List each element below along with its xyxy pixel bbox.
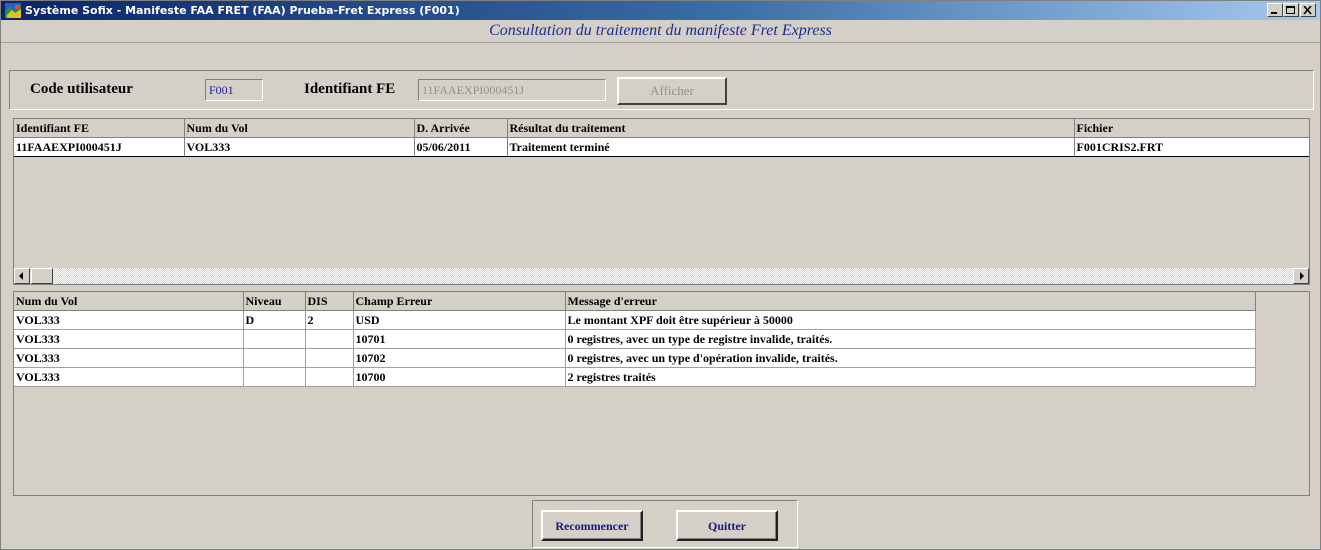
cell-error-message: Le montant XPF doit être supérieur à 500… bbox=[565, 310, 1256, 330]
user-code-label: Code utilisateur bbox=[30, 81, 133, 97]
cell-fe-id: 11FAAEXPI000451J bbox=[14, 137, 185, 157]
cell-flight: VOL333 bbox=[14, 348, 244, 368]
title-bar[interactable]: Système Sofix - Manifeste FAA FRET (FAA)… bbox=[1, 1, 1320, 20]
col-header-arrival[interactable]: D. Arrivée bbox=[414, 119, 508, 138]
cell-dis: 2 bbox=[305, 310, 354, 330]
app-window: Système Sofix - Manifeste FAA FRET (FAA)… bbox=[0, 0, 1321, 550]
col-header-level[interactable]: Niveau bbox=[243, 292, 306, 311]
form-subtitle: Consultation du traitement du manifeste … bbox=[1, 20, 1320, 43]
cell-flight: VOL333 bbox=[184, 137, 415, 157]
cell-level bbox=[243, 367, 306, 387]
col-header-error-message[interactable]: Message d'erreur bbox=[565, 292, 1256, 311]
col-header-flight[interactable]: Num du Vol bbox=[184, 119, 415, 138]
user-code-field[interactable]: F001 bbox=[205, 79, 263, 101]
cell-file: F001CRIS2.FRT bbox=[1074, 137, 1309, 157]
scroll-left-button[interactable] bbox=[14, 268, 30, 284]
cell-level: D bbox=[243, 310, 306, 330]
errors-header-row: Num du Vol Niveau DIS Champ Erreur Messa… bbox=[14, 292, 1256, 311]
col-header-fe-id[interactable]: Identifiant FE bbox=[14, 119, 185, 138]
maximize-icon bbox=[1286, 6, 1295, 14]
table-row[interactable]: VOL333 10700 2 registres traités bbox=[14, 367, 1256, 387]
processing-header-row: Identifiant FE Num du Vol D. Arrivée Rés… bbox=[14, 119, 1309, 138]
cell-dis bbox=[305, 367, 354, 387]
scroll-thumb[interactable] bbox=[31, 268, 53, 284]
cell-error-message: 0 registres, avec un type de registre in… bbox=[565, 329, 1256, 349]
close-button[interactable] bbox=[1300, 3, 1316, 17]
restart-button[interactable]: Recommencer bbox=[541, 510, 643, 541]
cell-dis bbox=[305, 329, 354, 349]
cell-result: Traitement terminé bbox=[507, 137, 1075, 157]
cell-flight: VOL333 bbox=[14, 310, 244, 330]
table-row[interactable]: VOL333 10701 0 registres, avec un type d… bbox=[14, 329, 1256, 349]
maximize-button[interactable] bbox=[1283, 3, 1299, 17]
table-row[interactable]: VOL333 10702 0 registres, avec un type d… bbox=[14, 348, 1256, 368]
fe-id-field[interactable]: 11FAAEXPI000451J bbox=[418, 79, 606, 101]
cell-dis bbox=[305, 348, 354, 368]
col-header-error-field[interactable]: Champ Erreur bbox=[353, 292, 566, 311]
col-header-flight[interactable]: Num du Vol bbox=[14, 292, 244, 311]
arrow-left-icon bbox=[19, 272, 23, 280]
window-title: Système Sofix - Manifeste FAA FRET (FAA)… bbox=[25, 4, 460, 17]
cell-error-message: 0 registres, avec un type d'opération in… bbox=[565, 348, 1256, 368]
cell-error-field: 10702 bbox=[353, 348, 566, 368]
table-row[interactable]: VOL333 D 2 USD Le montant XPF doit être … bbox=[14, 310, 1256, 330]
cell-error-field: 10701 bbox=[353, 329, 566, 349]
show-button[interactable]: Afficher bbox=[617, 77, 727, 105]
minimize-button[interactable] bbox=[1267, 3, 1283, 17]
processing-table: Identifiant FE Num du Vol D. Arrivée Rés… bbox=[14, 119, 1309, 157]
col-header-file[interactable]: Fichier bbox=[1074, 119, 1309, 138]
close-icon bbox=[1303, 6, 1312, 15]
arrow-right-icon bbox=[1300, 272, 1304, 280]
horizontal-scrollbar[interactable] bbox=[14, 268, 1309, 284]
fe-id-label: Identifiant FE bbox=[304, 81, 396, 97]
action-panel: Recommencer Quitter bbox=[532, 500, 798, 548]
cell-error-field: 10700 bbox=[353, 367, 566, 387]
cell-error-field: USD bbox=[353, 310, 566, 330]
processing-grid[interactable]: Identifiant FE Num du Vol D. Arrivée Rés… bbox=[13, 118, 1310, 285]
table-row[interactable]: 11FAAEXPI000451J VOL333 05/06/2011 Trait… bbox=[14, 137, 1309, 157]
cell-flight: VOL333 bbox=[14, 367, 244, 387]
quit-button[interactable]: Quitter bbox=[676, 510, 778, 541]
scroll-right-button[interactable] bbox=[1293, 268, 1309, 284]
col-header-result[interactable]: Résultat du traitement bbox=[507, 119, 1075, 138]
errors-grid[interactable]: Num du Vol Niveau DIS Champ Erreur Messa… bbox=[13, 291, 1310, 496]
cell-level bbox=[243, 329, 306, 349]
errors-table: Num du Vol Niveau DIS Champ Erreur Messa… bbox=[14, 292, 1256, 387]
filter-panel: Code utilisateur F001 Identifiant FE 11F… bbox=[9, 70, 1314, 110]
app-icon bbox=[5, 3, 21, 18]
col-header-dis[interactable]: DIS bbox=[305, 292, 354, 311]
minimize-icon bbox=[1271, 12, 1277, 14]
cell-error-message: 2 registres traités bbox=[565, 367, 1256, 387]
cell-flight: VOL333 bbox=[14, 329, 244, 349]
cell-arrival: 05/06/2011 bbox=[414, 137, 508, 157]
cell-level bbox=[243, 348, 306, 368]
